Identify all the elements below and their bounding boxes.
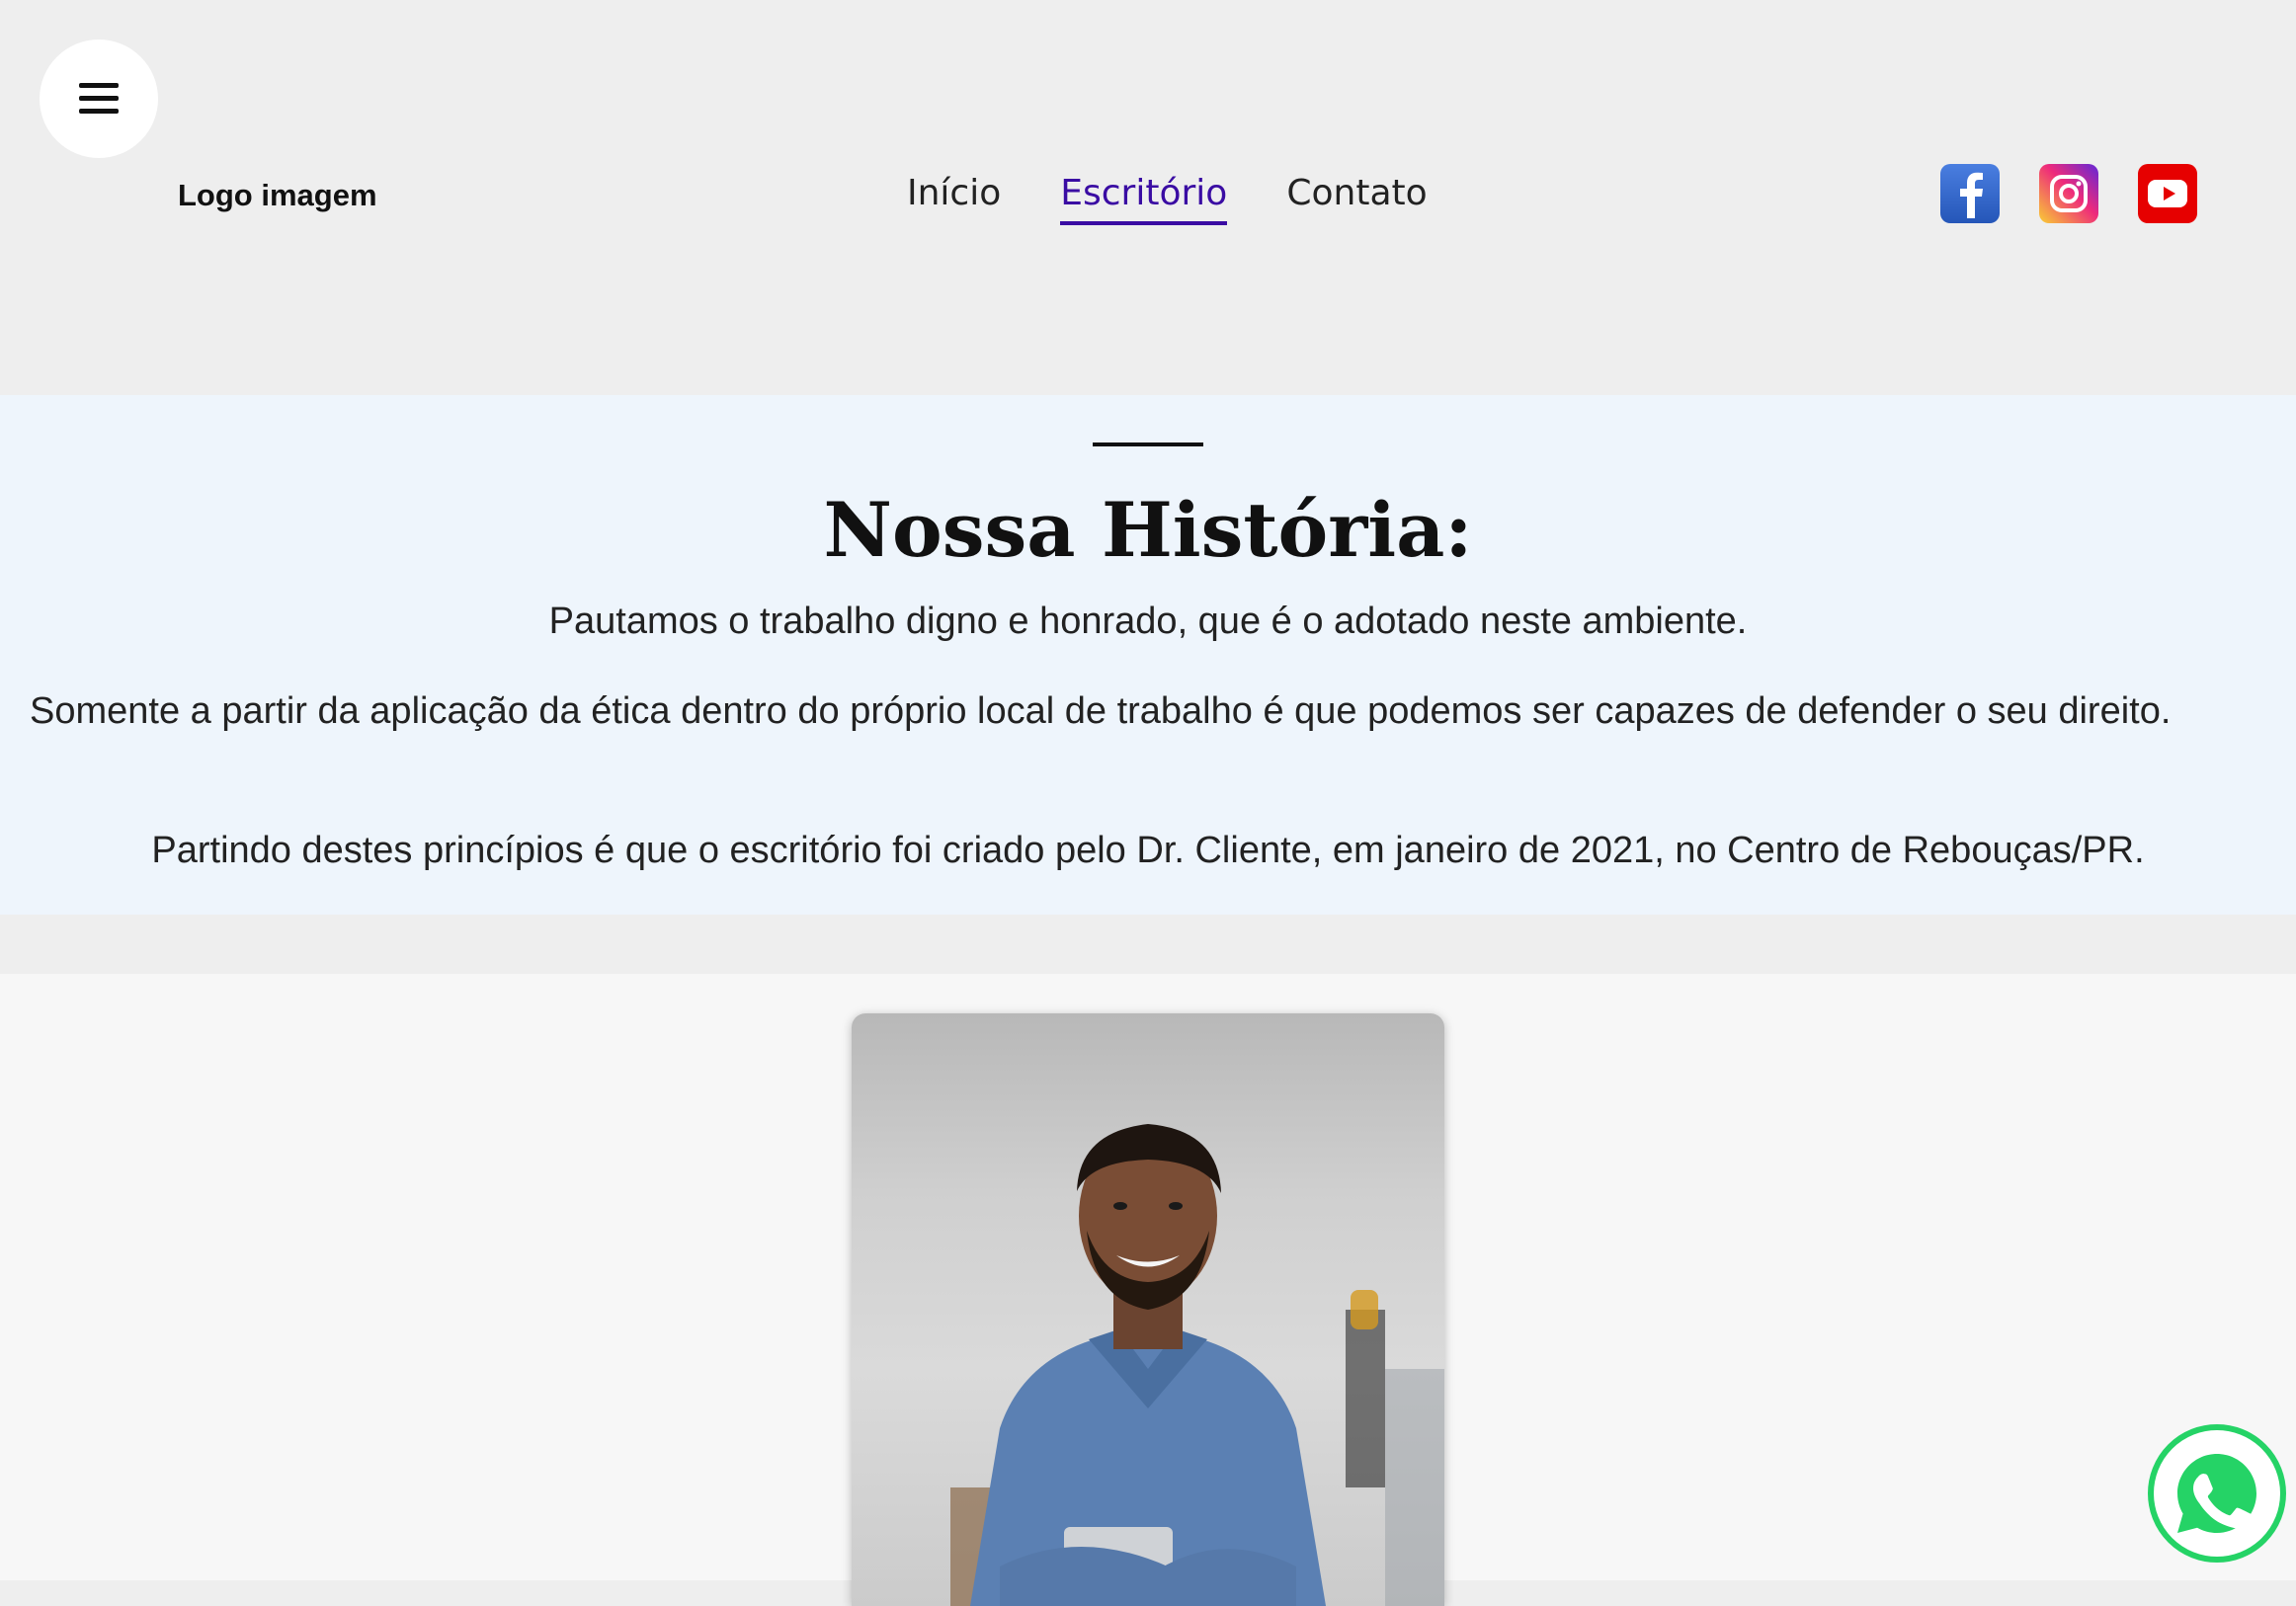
youtube-link[interactable] xyxy=(2138,164,2197,223)
facebook-link[interactable] xyxy=(1940,164,2000,223)
nav-link-escritorio[interactable]: Escritório xyxy=(1060,173,1228,225)
title-divider xyxy=(1093,442,1203,446)
menu-button[interactable] xyxy=(40,40,158,158)
youtube-icon xyxy=(2148,180,2187,207)
history-paragraph: Partindo destes princípios é que o escri… xyxy=(151,830,2145,871)
social-links xyxy=(1940,164,2197,223)
hamburger-icon xyxy=(79,83,119,114)
main-nav: Início Escritório Contato xyxy=(907,173,1428,225)
site-header: Logo imagem Início Escritório Contato xyxy=(0,0,2296,395)
profile-section xyxy=(0,974,2296,1606)
profile-photo xyxy=(852,1013,1444,1606)
nav-link-inicio[interactable]: Início xyxy=(907,173,1001,225)
whatsapp-button[interactable] xyxy=(2148,1424,2286,1563)
facebook-icon xyxy=(1960,172,1983,218)
history-title: Nossa História: xyxy=(823,486,1473,574)
nav-link-contato[interactable]: Contato xyxy=(1286,173,1427,225)
whatsapp-icon xyxy=(2177,1454,2256,1533)
instagram-link[interactable] xyxy=(2039,164,2098,223)
history-section: Nossa História: Pautamos o trabalho dign… xyxy=(0,395,2296,915)
instagram-icon xyxy=(2050,175,2088,212)
history-paragraph: Somente a partir da aplicação da ética d… xyxy=(30,690,2172,732)
history-paragraph: Pautamos o trabalho digno e honrado, que… xyxy=(548,601,1748,642)
logo-text[interactable]: Logo imagem xyxy=(178,178,377,213)
